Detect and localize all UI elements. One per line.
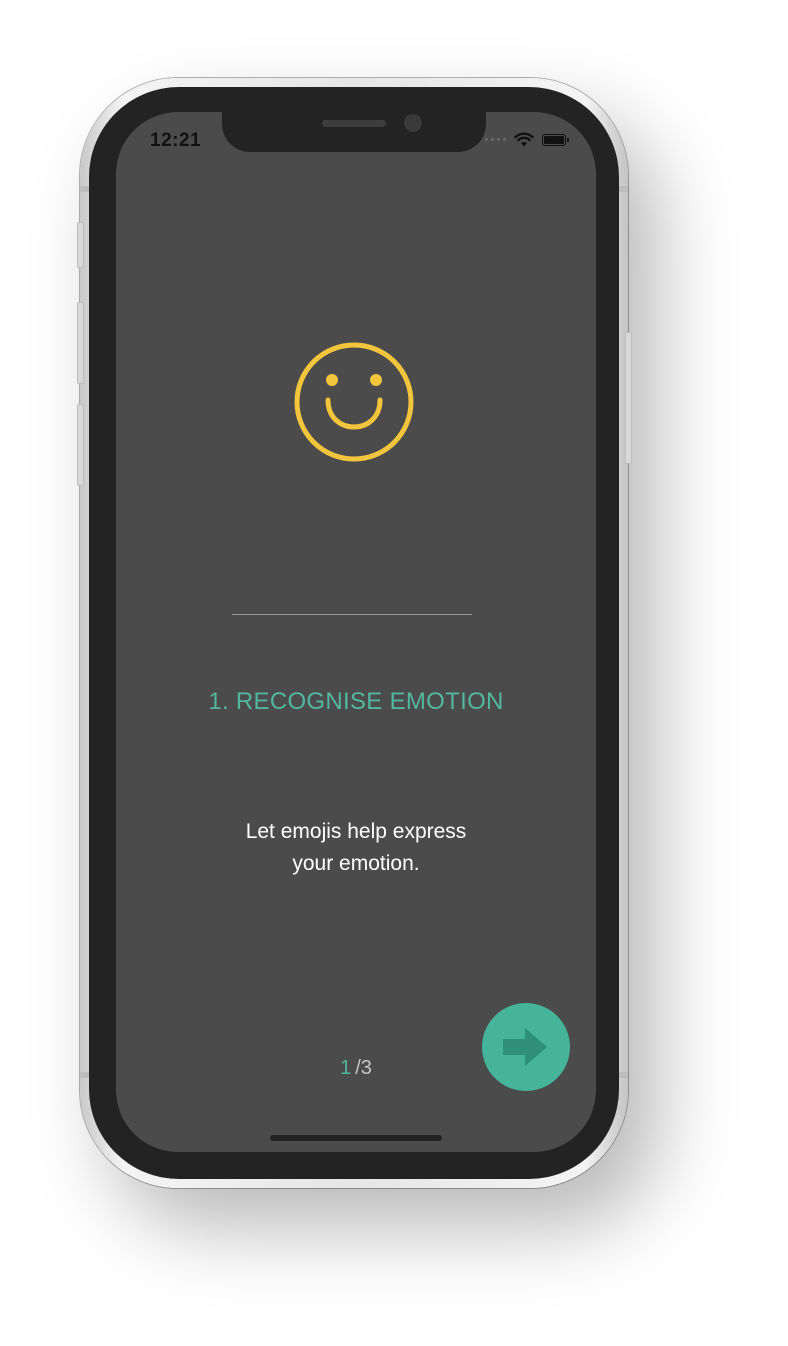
- smiley-face-icon: [294, 342, 414, 462]
- silent-switch: [77, 222, 84, 268]
- wifi-icon: [514, 132, 534, 147]
- volume-up-button: [77, 302, 84, 384]
- notch: [222, 112, 486, 152]
- page-current: 1: [340, 1057, 352, 1079]
- speaker-grille: [322, 120, 386, 127]
- description-line: Let emojis help express: [245, 820, 467, 843]
- signal-icon: [485, 138, 506, 141]
- page-total: /3: [355, 1057, 372, 1079]
- stage: 12:21 1. RECOGNISE EMOTION Let emojis he…: [0, 0, 788, 1346]
- step-title: 1. RECOGNISE EMOTION: [208, 688, 504, 715]
- next-button[interactable]: [482, 1003, 570, 1091]
- power-button: [625, 332, 632, 464]
- description-line: your emotion.: [292, 852, 420, 875]
- step-description: Let emojis help express your emotion.: [206, 816, 506, 880]
- volume-down-button: [77, 404, 84, 486]
- status-icons: [485, 132, 569, 147]
- arrow-right-icon: [503, 1028, 547, 1066]
- app-screen: 12:21 1. RECOGNISE EMOTION Let emojis he…: [116, 112, 596, 1152]
- battery-icon: [542, 133, 569, 146]
- front-camera: [404, 114, 422, 132]
- home-indicator[interactable]: [270, 1135, 442, 1141]
- divider-line: [232, 614, 472, 615]
- status-time: 12:21: [150, 130, 202, 151]
